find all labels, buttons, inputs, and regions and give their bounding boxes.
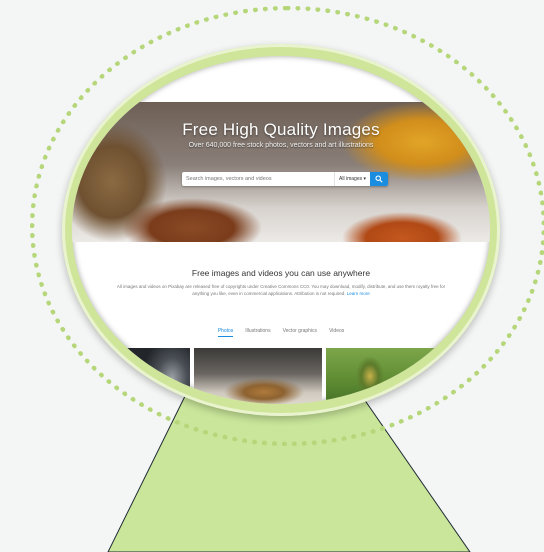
image-thumbnail-2[interactable] — [194, 348, 322, 404]
section-description-text: All images and videos on Pixabay are rel… — [116, 284, 446, 296]
media-tabs: Photos Illustrations Vector graphics Vid… — [72, 328, 490, 337]
search-input[interactable] — [182, 173, 335, 185]
section-title: Free images and videos you can use anywh… — [191, 268, 371, 278]
tab-vector-graphics[interactable]: Vector graphics — [283, 328, 317, 337]
search-bar: All images ▾ — [182, 172, 388, 186]
image-thumbnail-3[interactable] — [326, 348, 446, 404]
hero-banner: Free High Quality Images Over 640,000 fr… — [72, 102, 490, 242]
tab-photos[interactable]: Photos — [217, 328, 234, 337]
magnifier-graphic: Free High Quality Images Over 640,000 fr… — [0, 0, 544, 552]
section-description: All images and videos on Pixabay are rel… — [112, 284, 450, 297]
tab-illustrations[interactable]: Illustrations — [245, 328, 270, 337]
search-button[interactable] — [370, 172, 388, 186]
hero-title: Free High Quality Images — [182, 120, 380, 139]
image-thumbnail-1[interactable] — [112, 348, 190, 404]
tab-videos[interactable]: Videos — [329, 328, 344, 337]
hero-subtitle: Over 640,000 free stock photos, vectors … — [188, 142, 374, 149]
search-type-dropdown[interactable]: All images ▾ — [334, 172, 370, 186]
search-icon — [375, 175, 383, 183]
learn-more-link[interactable]: Learn more — [347, 291, 370, 296]
webpage: Free High Quality Images Over 640,000 fr… — [72, 56, 490, 404]
website-screenshot: Free High Quality Images Over 640,000 fr… — [72, 56, 490, 404]
